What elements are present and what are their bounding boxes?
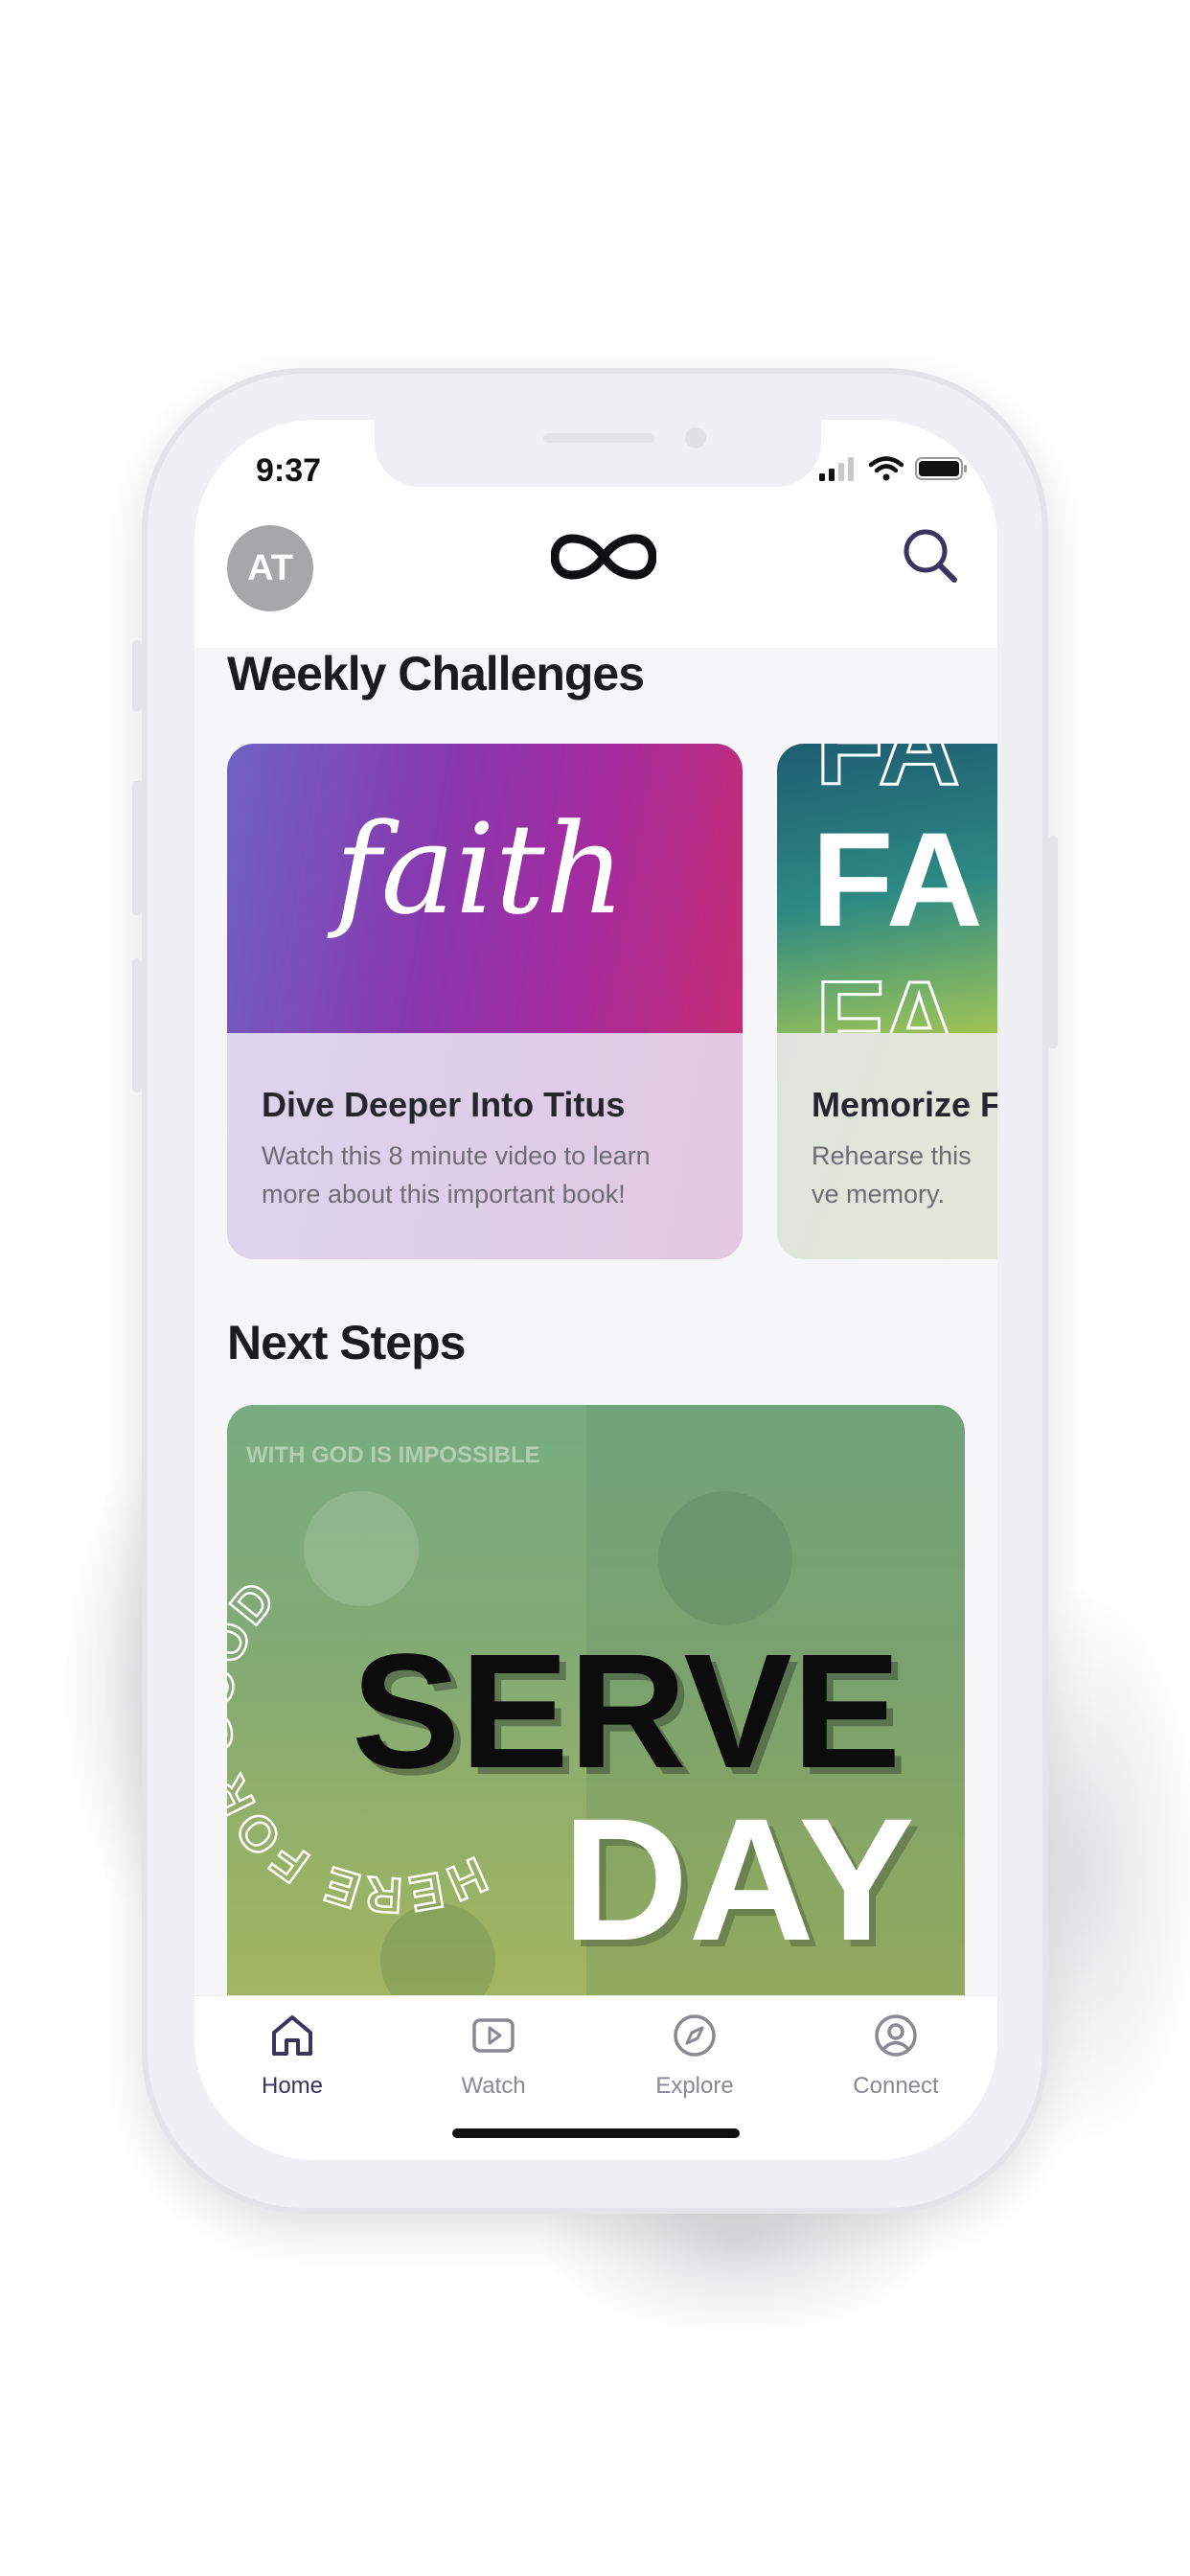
tab-connect[interactable]: Connect (810, 2012, 982, 2100)
mute-switch (132, 640, 142, 711)
search-icon (904, 529, 957, 583)
front-camera (685, 427, 706, 448)
challenge-title: Dive Deeper Into Titus (262, 1085, 626, 1124)
svg-text:FA: FA (815, 744, 960, 809)
faith-script-art: faith (327, 796, 625, 942)
phone-screen: 9:37 AT Weekly Challenges faith Dive Dee… (195, 420, 997, 2160)
svg-text:faith: faith (327, 796, 625, 942)
svg-text:DAY: DAY (562, 1782, 915, 1977)
challenge-card-faith[interactable]: faith Dive Deeper Into Titus Watch this … (227, 744, 743, 1259)
next-steps-heading: Next Steps (227, 1316, 466, 1369)
serve-day-art: WITH GOD IS IMPOSSIBLE HERE FOR GOOD SER… (227, 1405, 965, 2057)
avatar-initials: AT (247, 547, 293, 588)
status-icons (819, 456, 969, 481)
speaker-grill (543, 433, 654, 443)
signal-icon (819, 457, 854, 481)
user-circle-icon (875, 2014, 917, 2057)
notch (375, 420, 821, 487)
wifi-icon (869, 456, 904, 481)
volume-down-button (132, 958, 142, 1092)
challenge-card-body: Memorize F Rehearse this ve memory. (777, 1033, 997, 1259)
challenge-card-body: Dive Deeper Into Titus Watch this 8 minu… (227, 1033, 743, 1259)
power-button (1048, 836, 1058, 1048)
play-icon (472, 2018, 515, 2053)
tab-label: Connect (853, 2073, 939, 2099)
serve-day-banner[interactable]: WITH GOD IS IMPOSSIBLE HERE FOR GOOD SER… (227, 1405, 965, 2057)
tab-home[interactable]: Home (206, 2012, 378, 2100)
challenge-title: Memorize F (812, 1085, 997, 1124)
status-time: 9:37 (256, 452, 322, 489)
faith-card-art: faith (227, 744, 743, 1033)
home-indicator[interactable] (452, 2128, 740, 2138)
challenge-description: Rehearse this ve memory. (812, 1141, 972, 1208)
home-icon (272, 2015, 312, 2056)
compass-icon (674, 2014, 716, 2057)
battery-icon (915, 457, 967, 480)
tab-watch[interactable]: Watch (407, 2012, 580, 2100)
fa-card-art: FA FA FA (777, 744, 997, 1087)
tab-explore[interactable]: Explore (608, 2012, 781, 2100)
svg-text:FA: FA (815, 958, 960, 1033)
infinity-logo-icon[interactable] (550, 533, 657, 586)
top-app-bar: AT (195, 516, 997, 648)
avatar[interactable]: AT (227, 525, 313, 611)
tab-label: Explore (655, 2073, 734, 2099)
fa-outline-art: FA FA FA (812, 744, 983, 1087)
bottom-tab-bar: Home Watch Explore Connect (195, 1995, 997, 2160)
challenge-card-memorize[interactable]: FA FA FA Memorize F Rehearse this ve mem… (777, 744, 997, 1259)
challenge-description: Watch this 8 minute video to learn more … (262, 1141, 651, 1208)
volume-up-button (132, 781, 142, 915)
svg-text:FA: FA (812, 804, 983, 954)
tab-label: Watch (461, 2073, 526, 2099)
search-button[interactable] (902, 527, 959, 589)
svg-text:SERVE: SERVE (352, 1621, 901, 1803)
svg-text:WITH GOD IS IMPOSSIBLE: WITH GOD IS IMPOSSIBLE (246, 1442, 540, 1468)
weekly-challenges-heading: Weekly Challenges (227, 647, 645, 701)
tab-label: Home (261, 2073, 324, 2099)
